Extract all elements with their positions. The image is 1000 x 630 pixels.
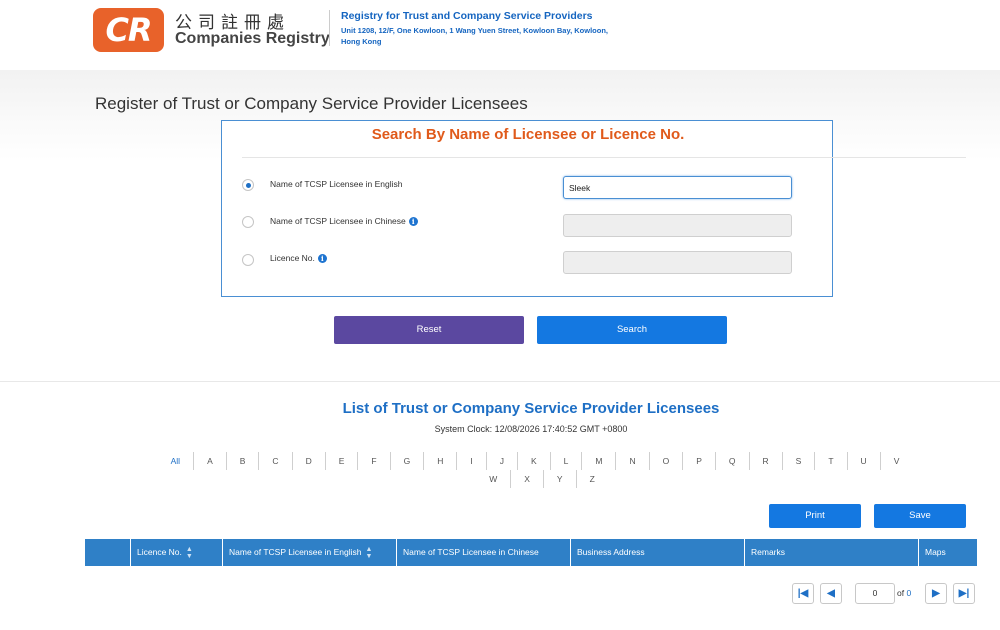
column-header-chinese-name: Name of TCSP Licensee in Chinese: [397, 539, 571, 566]
panel-divider: [242, 157, 966, 158]
alphabet-filter-o[interactable]: O: [648, 452, 683, 470]
column-header-remarks: Remarks: [745, 539, 919, 566]
alphabet-filter-t[interactable]: T: [814, 452, 846, 470]
page-total: of 0: [897, 588, 911, 598]
column-header-maps: Maps: [919, 539, 977, 566]
reset-button[interactable]: Reset: [334, 316, 524, 344]
column-header-label: Remarks: [751, 547, 786, 557]
alphabet-filter-k[interactable]: K: [516, 452, 550, 470]
alphabet-filter-x[interactable]: X: [510, 470, 543, 488]
alphabet-filter-g[interactable]: G: [389, 452, 424, 470]
search-button[interactable]: Search: [537, 316, 727, 344]
alphabet-filter-row-2: WXYZ: [122, 470, 962, 488]
radio-chinese-name[interactable]: [242, 216, 254, 228]
option-label-text: Name of TCSP Licensee in English: [270, 179, 403, 189]
alphabet-filter-z[interactable]: Z: [575, 470, 608, 488]
search-heading: Search By Name of Licensee or Licence No…: [371, 126, 685, 143]
save-button[interactable]: Save: [874, 504, 966, 528]
page-total-count: 0: [906, 588, 912, 598]
alphabet-filter-m[interactable]: M: [581, 452, 615, 470]
sort-icon[interactable]: ▲ ▼: [365, 546, 372, 560]
column-header-label: Name of TCSP Licensee in English: [229, 547, 362, 557]
option-label-text: Name of TCSP Licensee in Chinese: [270, 216, 406, 226]
radio-licence-no[interactable]: [242, 254, 254, 266]
alphabet-filter-d[interactable]: D: [291, 452, 325, 470]
alphabet-filter-q[interactable]: Q: [714, 452, 749, 470]
cr-logo[interactable]: CR: [93, 8, 164, 52]
section-divider: [0, 381, 1000, 382]
alphabet-filter-a[interactable]: A: [193, 452, 226, 470]
alphabet-filter-l[interactable]: L: [549, 452, 582, 470]
chinese-name-input[interactable]: [563, 214, 792, 237]
page-title: Register of Trust or Company Service Pro…: [95, 94, 528, 113]
option-licence-no-label: Licence No. i: [270, 253, 327, 263]
column-header-licence-no[interactable]: Licence No. ▲ ▼: [131, 539, 223, 566]
alphabet-filter-r[interactable]: R: [748, 452, 782, 470]
site-header: CR 公司註冊處 Companies Registry Registry for…: [0, 0, 1000, 70]
option-english-name-label: Name of TCSP Licensee in English: [270, 179, 402, 189]
page-of-label: of: [897, 588, 905, 598]
option-chinese-name-label: Name of TCSP Licensee in Chinese i: [270, 216, 418, 226]
column-header-label: Maps: [925, 547, 946, 557]
first-page-icon[interactable]: |◀: [792, 583, 814, 604]
alphabet-filter-y[interactable]: Y: [542, 470, 576, 488]
alphabet-filter-p[interactable]: P: [682, 452, 715, 470]
alphabet-filter-all[interactable]: All: [158, 452, 193, 470]
info-icon[interactable]: i: [408, 216, 418, 226]
column-header-business-address: Business Address: [571, 539, 745, 566]
logo-divider: [329, 10, 330, 46]
previous-page-icon[interactable]: ◀: [820, 583, 842, 604]
alphabet-filter-w[interactable]: W: [476, 470, 510, 488]
registry-address: Unit 1208, 12/F, One Kowloon, 1 Wang Yue…: [341, 26, 608, 46]
alphabet-filter-i[interactable]: I: [456, 452, 485, 470]
english-name-input[interactable]: [563, 176, 792, 199]
alphabet-filter-u[interactable]: U: [846, 452, 880, 470]
info-icon[interactable]: i: [317, 253, 327, 263]
sort-icon[interactable]: ▲ ▼: [186, 546, 193, 560]
system-clock: System Clock: 12/08/2026 17:40:52 GMT +0…: [434, 424, 628, 434]
alphabet-filter-h[interactable]: H: [423, 452, 456, 470]
logo-mark: CR: [105, 11, 152, 49]
results-table-header: Licence No. ▲ ▼ Name of TCSP Licensee in E…: [85, 539, 977, 566]
alphabet-filter-row-1: All A B C D E F G H I J K L M N O P Q R S T U V: [115, 452, 955, 470]
alphabet-filter-n[interactable]: N: [615, 452, 648, 470]
next-page-icon[interactable]: ▶: [925, 583, 947, 604]
column-header-label: Licence No.: [137, 547, 182, 557]
radio-english-name[interactable]: [242, 179, 254, 191]
alphabet-filter-e[interactable]: E: [324, 452, 358, 470]
alphabet-filter-b[interactable]: B: [225, 452, 259, 470]
licence-no-input[interactable]: [563, 251, 792, 274]
alphabet-filter-s[interactable]: S: [781, 452, 815, 470]
print-button[interactable]: Print: [769, 504, 861, 528]
option-label-text: Licence No.: [270, 253, 315, 263]
column-header-label: Business Address: [577, 547, 645, 557]
alphabet-filter-f[interactable]: F: [357, 452, 389, 470]
list-title: List of Trust or Company Service Provide…: [342, 400, 720, 417]
alphabet-filter-j[interactable]: J: [485, 452, 517, 470]
column-header-english-name[interactable]: Name of TCSP Licensee in English ▲ ▼: [223, 539, 397, 566]
alphabet-filter-v[interactable]: V: [879, 452, 913, 470]
page-number-input[interactable]: 0: [855, 583, 895, 604]
column-header-label: Name of TCSP Licensee in Chinese: [403, 547, 539, 557]
column-header-blank: [85, 539, 131, 566]
logo-english-name: Companies Registry: [175, 30, 330, 47]
registry-title: Registry for Trust and Company Service P…: [341, 10, 593, 22]
alphabet-filter-c[interactable]: C: [258, 452, 291, 470]
last-page-icon[interactable]: ▶|: [953, 583, 975, 604]
